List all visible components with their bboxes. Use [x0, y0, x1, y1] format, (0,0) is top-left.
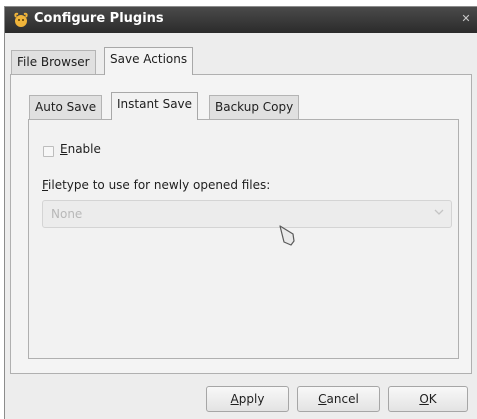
window-title: Configure Plugins — [34, 11, 164, 26]
enable-label[interactable]: Enable — [60, 142, 101, 156]
tab-file-browser[interactable]: File Browser — [11, 50, 96, 75]
tab-save-actions[interactable]: Save Actions — [104, 47, 194, 75]
title-bar[interactable]: Configure Plugins ✕ — [5, 7, 477, 33]
cancel-button[interactable]: Cancel — [297, 386, 380, 412]
plugin-icon — [14, 12, 28, 27]
tab-auto-save[interactable]: Auto Save — [29, 95, 103, 120]
chevron-down-icon — [434, 209, 444, 215]
tab-instant-save[interactable]: Instant Save — [111, 92, 199, 120]
ok-button[interactable]: OK — [388, 386, 468, 412]
apply-button[interactable]: Apply — [206, 386, 289, 412]
tab-label: Instant Save — [117, 97, 193, 111]
tab-label: Auto Save — [35, 100, 97, 114]
tab-label: File Browser — [17, 55, 90, 69]
filetype-selected: None — [51, 207, 83, 221]
configure-plugins-dialog: Configure Plugins ✕ File Browser Save Ac… — [4, 6, 477, 419]
instant-save-panel: Enable Filetype to use for newly opened … — [28, 119, 459, 359]
save-actions-panel: Auto Save Instant Save Backup Copy Enabl… — [10, 74, 472, 374]
filetype-label: Filetype to use for newly opened files: — [42, 178, 271, 192]
tab-label: Save Actions — [110, 52, 188, 66]
mouse-cursor-icon — [279, 225, 295, 246]
tab-backup-copy[interactable]: Backup Copy — [209, 95, 300, 120]
tab-label: Backup Copy — [215, 100, 294, 114]
enable-checkbox[interactable] — [43, 146, 54, 157]
close-icon[interactable]: ✕ — [459, 12, 473, 26]
filetype-combo[interactable]: None — [42, 200, 452, 228]
